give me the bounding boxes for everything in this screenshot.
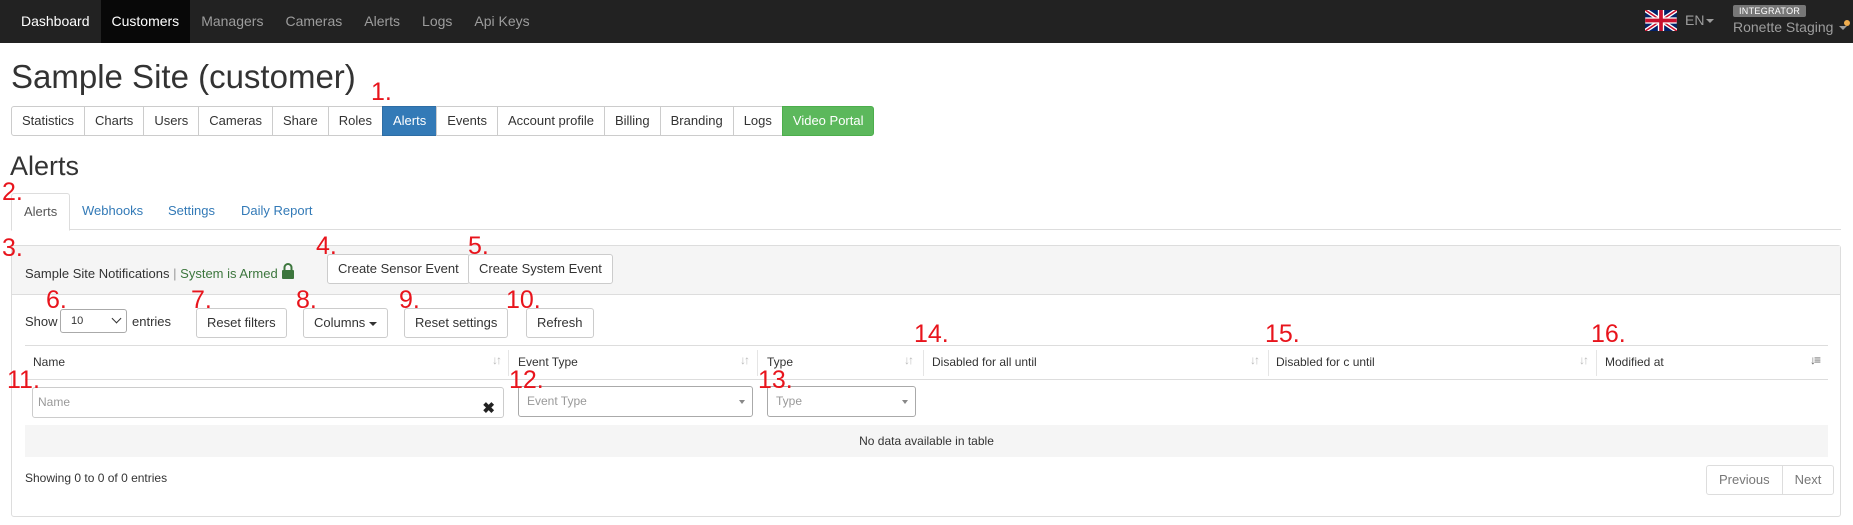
annotation-3: 3. — [2, 234, 23, 262]
section-branding-button[interactable]: Branding — [659, 106, 734, 136]
lock-icon — [282, 263, 295, 279]
language-label: EN — [1685, 12, 1705, 28]
th-modified-at[interactable]: Modified at — [1605, 355, 1664, 369]
create-sensor-event-button[interactable]: Create Sensor Event — [327, 254, 470, 284]
section-share-button[interactable]: Share — [272, 106, 329, 136]
tab-daily-report[interactable]: Daily Report — [229, 193, 325, 230]
caret-down-icon — [369, 321, 378, 326]
name-filter-placeholder: Name — [38, 395, 71, 409]
name-filter-input[interactable]: Name ✖ — [32, 387, 504, 418]
annotation-16: 16. — [1591, 320, 1626, 348]
sort-icon[interactable]: ↓↑ — [1250, 353, 1260, 367]
sort-icon[interactable]: ↓↑ — [492, 353, 502, 367]
uk-flag-icon[interactable] — [1645, 10, 1677, 31]
nav-cameras[interactable]: Cameras — [274, 0, 353, 43]
caret-down-icon — [739, 400, 745, 404]
section-cameras-button[interactable]: Cameras — [198, 106, 274, 136]
section-statistics-button[interactable]: Statistics — [11, 106, 86, 136]
annotation-2: 2. — [2, 178, 23, 206]
system-status: System is Armed — [180, 266, 278, 281]
event-type-filter-placeholder: Event Type — [527, 394, 587, 408]
nav-customers[interactable]: Customers — [100, 0, 191, 43]
caret-down-icon — [1706, 19, 1715, 24]
annotation-9: 9. — [399, 286, 420, 314]
section-alerts-button[interactable]: Alerts — [381, 106, 438, 136]
column-separator — [1268, 350, 1269, 376]
section-account-profile-button[interactable]: Account profile — [496, 106, 605, 136]
sort-icon[interactable]: ↓↑ — [740, 353, 750, 367]
tab-settings[interactable]: Settings — [156, 193, 227, 230]
notification-dot — [1844, 20, 1850, 26]
top-navbar: Dashboard Customers Managers Cameras Ale… — [0, 0, 1853, 43]
empty-table-row: No data available in table — [25, 425, 1828, 457]
video-portal-button[interactable]: Video Portal — [781, 106, 875, 136]
panel-heading: Sample Site Notifications | System is Ar… — [12, 246, 1840, 295]
section-charts-button[interactable]: Charts — [84, 106, 145, 136]
sort-icon[interactable]: ↓↑ — [904, 353, 914, 367]
section-events-button[interactable]: Events — [436, 106, 498, 136]
header-bottom-border — [25, 379, 1828, 380]
event-type-filter-select[interactable]: Event Type — [518, 386, 753, 417]
annotation-15: 15. — [1265, 320, 1300, 348]
next-page-button[interactable]: Next — [1781, 465, 1835, 495]
pagination: Previous Next — [1706, 465, 1835, 495]
section-roles-button[interactable]: Roles — [327, 106, 383, 136]
panel-title-text: Sample Site Notifications — [25, 266, 170, 281]
nav-managers[interactable]: Managers — [190, 0, 274, 43]
chevron-down-icon — [111, 313, 122, 324]
annotation-7: 7. — [191, 286, 212, 314]
entries-value: 10 — [71, 315, 84, 327]
annotation-5: 5. — [468, 232, 489, 260]
column-separator — [923, 350, 924, 376]
annotation-12: 12. — [509, 366, 544, 394]
user-menu[interactable]: Ronette Staging — [1733, 19, 1848, 35]
sort-icon[interactable]: ↓↑ — [1579, 353, 1589, 367]
th-disabled-for-c-until[interactable]: Disabled for c until — [1276, 355, 1375, 369]
show-label: Show — [25, 314, 58, 329]
section-billing-button[interactable]: Billing — [603, 106, 661, 136]
panel-title: Sample Site Notifications | System is Ar… — [25, 263, 295, 281]
annotation-14: 14. — [914, 320, 949, 348]
previous-page-button[interactable]: Previous — [1706, 465, 1783, 495]
caret-down-icon — [1839, 26, 1848, 31]
caret-down-icon — [902, 400, 908, 404]
nav-dashboard[interactable]: Dashboard — [10, 0, 101, 43]
annotation-4: 4. — [316, 232, 337, 260]
nav-api-keys[interactable]: Api Keys — [463, 0, 540, 43]
section-logs-button[interactable]: Logs — [732, 106, 783, 136]
annotation-8: 8. — [296, 286, 317, 314]
nav-alerts[interactable]: Alerts — [353, 0, 411, 43]
user-name: Ronette Staging — [1733, 19, 1834, 35]
columns-label: Columns — [314, 315, 366, 330]
type-filter-placeholder: Type — [776, 394, 803, 408]
annotation-6: 6. — [46, 286, 67, 314]
page-title: Sample Site (customer) — [11, 58, 356, 95]
create-system-event-button[interactable]: Create System Event — [468, 254, 613, 284]
annotation-11: 11. — [7, 366, 40, 394]
column-separator — [1596, 350, 1597, 376]
annotation-10: 10. — [506, 286, 541, 314]
table-info: Showing 0 to 0 of 0 entries — [25, 471, 168, 485]
main-nav: Dashboard Customers Managers Cameras Ale… — [10, 0, 541, 43]
tab-webhooks[interactable]: Webhooks — [70, 193, 155, 230]
clear-icon[interactable]: ✖ — [482, 394, 495, 423]
alerts-tabs: Alerts Webhooks Settings Daily Report — [11, 193, 1841, 231]
annotation-13: 13. — [758, 366, 793, 394]
annotation-1: 1. — [371, 78, 392, 106]
alerts-panel: Sample Site Notifications | System is Ar… — [11, 245, 1841, 517]
customer-section-nav: Statistics Charts Users Cameras Share Ro… — [11, 106, 875, 136]
language-dropdown[interactable]: EN — [1685, 12, 1715, 28]
sort-desc-icon[interactable]: ↓≡ — [1810, 353, 1821, 367]
entries-select[interactable]: 10 — [60, 309, 127, 333]
role-badge: INTEGRATOR — [1733, 5, 1807, 17]
entries-label: entries — [132, 314, 172, 329]
title-separator: | — [173, 266, 177, 281]
th-disabled-for-all-until[interactable]: Disabled for all until — [932, 355, 1037, 369]
section-users-button[interactable]: Users — [143, 106, 200, 136]
nav-logs[interactable]: Logs — [411, 0, 463, 43]
